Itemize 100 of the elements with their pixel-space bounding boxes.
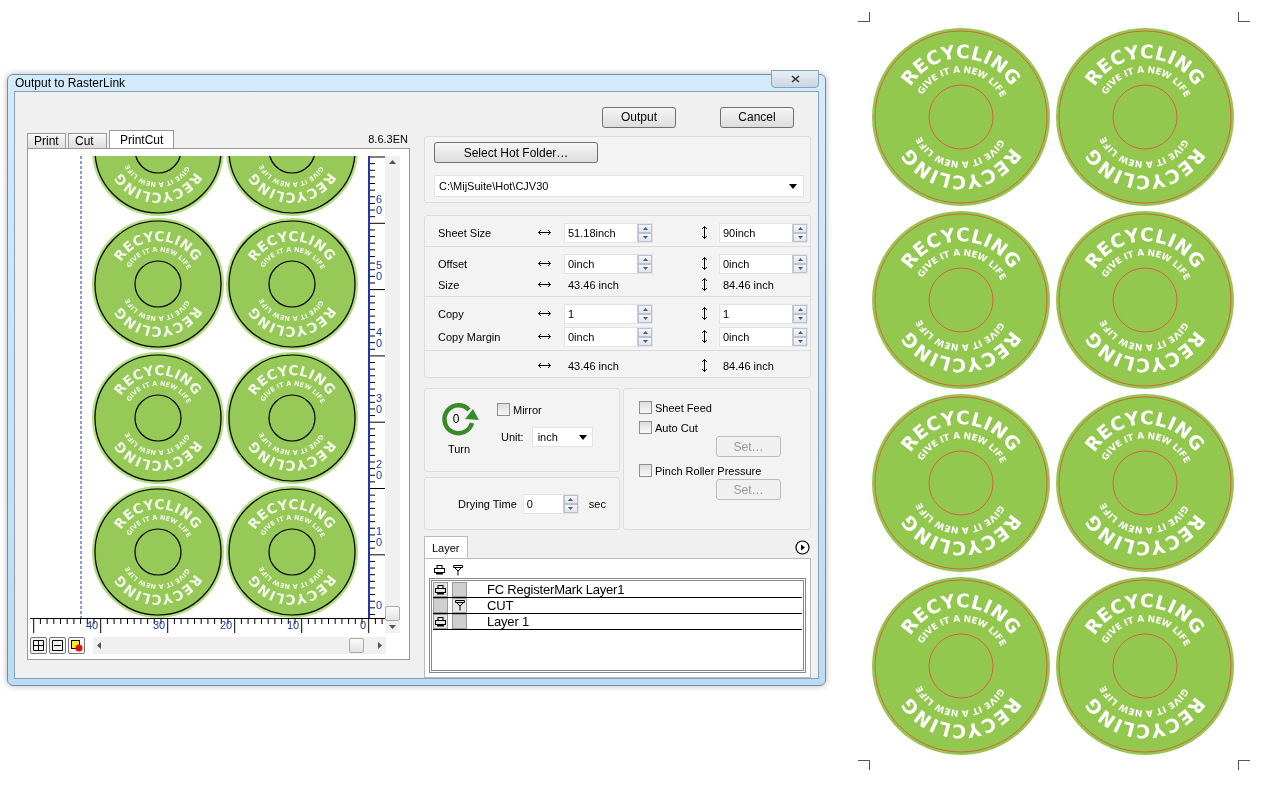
layer-name[interactable]: FC RegisterMark Layer1: [471, 582, 625, 597]
ruler-label: 30: [153, 620, 166, 631]
ruler-label: 40: [86, 620, 99, 631]
number-field[interactable]: 1: [719, 303, 808, 324]
cut-icon: [453, 564, 463, 576]
drying-time-label: Drying Time: [458, 497, 517, 510]
horizontal-arrow-icon: [538, 333, 551, 340]
spin-buttons[interactable]: [792, 304, 807, 323]
vertical-arrow-icon: [701, 226, 708, 239]
ruler-label: 20: [376, 459, 383, 482]
unit-label: sec: [588, 497, 606, 510]
mirror-checkbox[interactable]: Mirror: [497, 403, 593, 416]
spin-buttons[interactable]: [792, 223, 807, 242]
size-readout: 43.46 inch: [567, 359, 620, 372]
crop-mark: [858, 12, 870, 22]
horizontal-arrow-icon: [538, 281, 551, 288]
caret-icon: [789, 183, 797, 189]
layer-name[interactable]: CUT: [471, 598, 514, 613]
ruler-label: 60: [376, 194, 383, 216]
ruler-label: 40: [376, 326, 383, 349]
print-icon: [435, 616, 446, 627]
ruler-label: 10: [287, 620, 300, 631]
option-checkbox[interactable]: Sheet Feed: [639, 401, 810, 414]
fit-page-button[interactable]: [30, 637, 47, 654]
ruler-label: 50: [376, 260, 383, 283]
version-label: 8.6.3EN: [368, 133, 409, 147]
scroll-thumb[interactable]: [349, 638, 364, 653]
spin-buttons[interactable]: [792, 254, 807, 273]
spin-buttons[interactable]: [562, 494, 578, 513]
field-label: Offset: [438, 257, 469, 270]
scroll-down-icon[interactable]: [389, 625, 396, 629]
field-label: Copy: [438, 307, 465, 320]
crop-mark: [858, 760, 870, 770]
size-readout: 43.46 inch: [567, 278, 620, 291]
spin-buttons[interactable]: [637, 304, 652, 323]
cut-toggle[interactable]: [452, 582, 467, 597]
scroll-thumb[interactable]: [385, 606, 400, 621]
size-readout: 84.46 inch: [722, 278, 775, 291]
cut-icon: [454, 600, 465, 611]
tab[interactable]: Print: [27, 133, 66, 148]
horizontal-arrow-icon: [538, 310, 551, 317]
layer-tab[interactable]: Layer: [424, 536, 468, 558]
vertical-arrow-icon: [701, 330, 708, 343]
tab[interactable]: Cut: [68, 133, 107, 148]
unit-dropdown[interactable]: inch: [531, 427, 593, 447]
action-button[interactable]: Cancel: [720, 106, 794, 128]
spin-buttons[interactable]: [637, 327, 652, 346]
vertical-scrollbar[interactable]: [385, 156, 400, 633]
ruler-label: 20: [220, 620, 233, 631]
folder-path-dropdown[interactable]: C:\MijSuite\Hot\CJV30: [434, 175, 804, 197]
horizontal-arrow-icon: [538, 229, 551, 236]
number-field[interactable]: 0inch: [564, 326, 653, 347]
cut-toggle[interactable]: [452, 614, 467, 629]
scroll-right-icon[interactable]: [378, 642, 382, 649]
scroll-left-icon[interactable]: [97, 642, 101, 649]
play-icon[interactable]: [795, 540, 810, 555]
action-button[interactable]: Output: [602, 106, 676, 128]
spin-buttons[interactable]: [792, 327, 807, 346]
horizontal-arrow-icon: [538, 260, 551, 267]
scroll-up-icon[interactable]: [389, 160, 396, 164]
crop-mark: [1238, 760, 1250, 770]
vertical-arrow-icon: [701, 307, 708, 320]
number-field[interactable]: 51.18inch: [564, 222, 653, 243]
number-field[interactable]: 0inch: [719, 253, 808, 274]
number-field[interactable]: 0inch: [564, 253, 653, 274]
ruler-label: 0: [376, 599, 383, 611]
ruler-label: 30: [376, 392, 383, 415]
number-field[interactable]: 90inch: [719, 222, 808, 243]
number-field[interactable]: 1: [564, 303, 653, 324]
print-toggle[interactable]: [433, 598, 448, 613]
print-icon: [434, 565, 445, 575]
close-button[interactable]: [771, 69, 819, 88]
turn-label: Turn: [447, 443, 471, 455]
vertical-arrow-icon: [701, 257, 708, 270]
rotation-value: 0: [452, 412, 460, 426]
number-field[interactable]: 0: [522, 493, 579, 514]
tab[interactable]: PrintCut: [109, 130, 175, 148]
unit-label: Unit:: [501, 431, 524, 443]
cut-toggle[interactable]: [452, 598, 467, 613]
close-icon: [790, 74, 800, 83]
fit-width-button[interactable]: [49, 637, 66, 654]
vertical-arrow-icon: [701, 359, 708, 372]
print-toggle[interactable]: [433, 582, 448, 597]
color-button[interactable]: [68, 637, 85, 654]
select-folder-button[interactable]: Select Hot Folder…: [434, 142, 598, 163]
spin-buttons[interactable]: [637, 223, 652, 242]
field-label: Size: [438, 278, 461, 291]
ruler-label: 0: [360, 620, 367, 631]
number-field[interactable]: 0inch: [719, 326, 808, 347]
size-readout: 84.46 inch: [722, 359, 775, 372]
layer-name[interactable]: Layer 1: [471, 614, 529, 629]
print-toggle[interactable]: [433, 614, 448, 629]
print-icon: [435, 584, 446, 595]
field-label: Copy Margin: [438, 330, 502, 343]
vertical-arrow-icon: [701, 278, 708, 291]
spin-buttons[interactable]: [637, 254, 652, 273]
horizontal-scrollbar[interactable]: [93, 637, 386, 654]
window-title: Output to RasterLink: [14, 76, 126, 90]
crop-mark: [1238, 12, 1250, 22]
caret-icon: [578, 434, 587, 440]
